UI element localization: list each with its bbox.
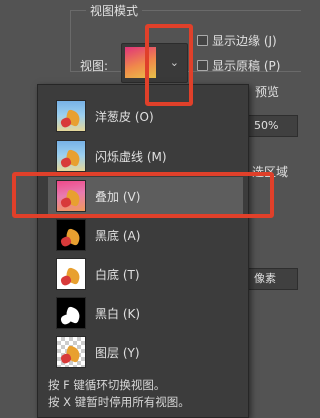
on-black-thumbnail xyxy=(56,219,86,251)
view-label: 视图: xyxy=(80,59,109,73)
menu-item-label: 黑白 (K) xyxy=(95,307,141,321)
menu-item-label: 闪烁虚线 (M) xyxy=(95,150,167,164)
menu-item-label: 洋葱皮 (O) xyxy=(95,110,154,124)
menu-item-marching-ants[interactable]: 闪烁虚线 (M) xyxy=(48,137,243,175)
menu-item-on-white[interactable]: 白底 (T) xyxy=(48,255,243,293)
show-original-label: 显示原稿 (P) xyxy=(212,59,281,73)
show-border-checkbox[interactable] xyxy=(197,35,208,46)
annotation-highlight-dropdown xyxy=(145,24,193,106)
menu-item-black-white[interactable]: 黑白 (K) xyxy=(48,294,243,332)
menu-item-label: 图层 (Y) xyxy=(95,346,140,360)
menu-item-on-layers[interactable]: 图层 (Y) xyxy=(48,333,243,371)
marching-ants-thumbnail xyxy=(56,140,86,172)
menu-item-label: 白底 (T) xyxy=(95,268,140,282)
on-layers-thumbnail xyxy=(56,336,86,368)
percent-input[interactable]: 50% xyxy=(245,115,298,137)
preview-label: 预览 xyxy=(255,85,280,99)
show-border-label: 显示边缘 (J) xyxy=(212,34,277,48)
annotation-highlight-overlay xyxy=(12,172,274,218)
black-white-thumbnail xyxy=(56,297,86,329)
hint-disable-views: 按 X 键暂时停用所有视图。 xyxy=(48,395,190,409)
show-original-checkbox[interactable] xyxy=(197,60,208,71)
onion-skin-thumbnail xyxy=(56,100,86,132)
on-white-thumbnail xyxy=(56,258,86,290)
menu-item-label: 黑底 (A) xyxy=(95,229,141,243)
menu-item-on-black[interactable]: 黑底 (A) xyxy=(48,216,243,254)
view-mode-group-title: 视图模式 xyxy=(86,2,143,19)
pixel-unit-field[interactable]: 像素 xyxy=(245,268,298,290)
hint-cycle-views: 按 F 键循环切换视图。 xyxy=(48,378,166,392)
view-mode-menu: 洋葱皮 (O) 闪烁虚线 (M) 叠加 (V) 黑底 (A) 白底 (T) 黑白… xyxy=(37,84,249,418)
